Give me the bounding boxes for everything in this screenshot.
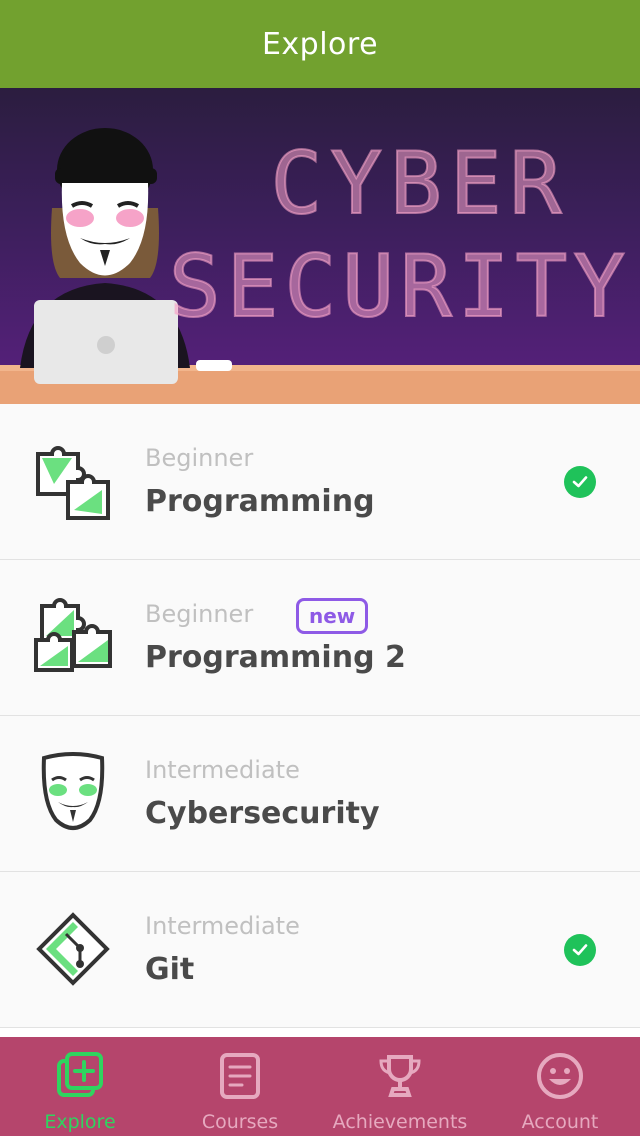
course-item-programming[interactable]: Beginner Programming <box>0 404 640 560</box>
course-item-git[interactable]: Intermediate Git <box>0 872 640 1028</box>
course-title: Programming <box>145 484 375 519</box>
puzzle-icon <box>34 598 112 672</box>
course-item-programming-2[interactable]: Beginner new Programming 2 <box>0 560 640 716</box>
hero-banner: CYBER SECURITY <box>0 88 640 404</box>
tab-label: Explore <box>44 1111 116 1133</box>
course-level: Beginner <box>145 444 254 472</box>
course-list: Beginner Programming Beginner new Progra… <box>0 404 640 1028</box>
tab-label: Account <box>521 1111 599 1133</box>
page-title: Explore <box>261 26 379 62</box>
course-title: Cybersecurity <box>145 796 380 831</box>
tab-label: Achievements <box>332 1111 468 1133</box>
completed-check-icon <box>564 466 596 498</box>
course-level: Intermediate <box>145 756 300 784</box>
trophy-icon <box>379 1055 421 1097</box>
course-item-cybersecurity[interactable]: Intermediate Cybersecurity <box>0 716 640 872</box>
course-title: Programming 2 <box>145 640 406 675</box>
mask-icon <box>41 752 105 830</box>
course-level: Intermediate <box>145 912 300 940</box>
tab-label: Courses <box>201 1111 279 1133</box>
tab-achievements[interactable]: Achievements <box>320 1037 480 1136</box>
courses-icon <box>220 1053 260 1099</box>
banner-line2: SECURITY <box>169 237 631 337</box>
course-level: Beginner <box>145 600 254 628</box>
bottom-tab-bar: Explore Courses Achievements Account <box>0 1037 640 1136</box>
course-title: Git <box>145 952 195 987</box>
new-badge: new <box>296 598 369 634</box>
tab-explore[interactable]: Explore <box>0 1037 160 1136</box>
hacker-illustration: CYBER SECURITY <box>0 128 640 404</box>
header: Explore <box>0 0 640 88</box>
smiley-icon <box>537 1053 583 1099</box>
tab-courses[interactable]: Courses <box>160 1037 320 1136</box>
completed-check-icon <box>564 934 596 966</box>
explore-icon <box>57 1052 103 1097</box>
git-icon <box>36 912 110 986</box>
puzzle-icon <box>36 446 110 520</box>
tab-account[interactable]: Account <box>480 1037 640 1136</box>
banner-line1: CYBER <box>271 134 570 234</box>
